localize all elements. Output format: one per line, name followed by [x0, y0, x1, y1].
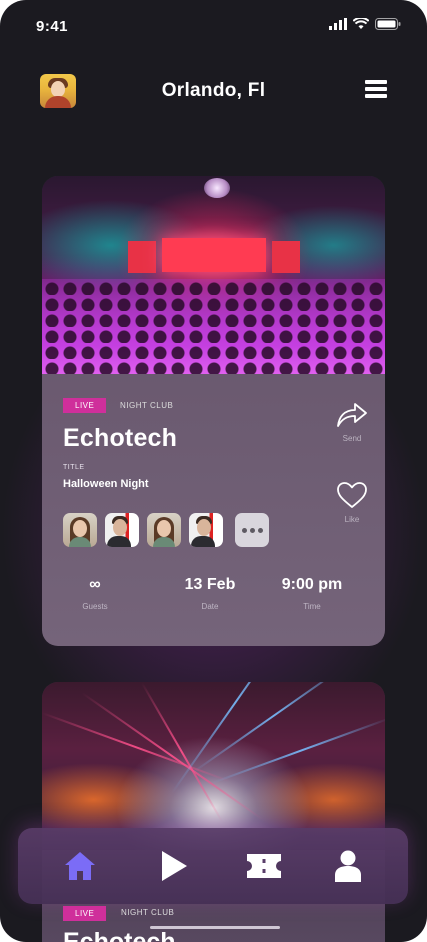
battery-icon — [375, 18, 401, 30]
signal-icon — [329, 18, 347, 30]
hamburger-menu-icon[interactable] — [365, 80, 387, 98]
like-label: Like — [344, 515, 360, 524]
stat-label: Guests — [82, 602, 108, 611]
more-attendees-button[interactable] — [235, 513, 269, 547]
stat-label: Date — [201, 602, 219, 611]
location-title[interactable]: Orlando, Fl — [40, 80, 387, 102]
nav-home[interactable] — [60, 846, 100, 886]
profile-icon — [335, 850, 361, 882]
event-photo — [42, 682, 385, 850]
status-bar: 9:41 — [36, 16, 401, 36]
attendee-avatar[interactable] — [147, 513, 181, 547]
send-label: Send — [342, 434, 362, 443]
status-time: 9:41 — [36, 18, 69, 35]
attendee-avatar[interactable] — [105, 513, 139, 547]
live-badge: LIVE — [63, 906, 107, 921]
category-label: NIGHT CLUB — [120, 401, 174, 410]
bottom-navigation — [18, 828, 408, 904]
stat-guests: ∞ Guests — [60, 576, 130, 611]
attendee-list — [63, 513, 269, 547]
wifi-icon — [353, 18, 369, 29]
event-title: Halloween Night — [63, 478, 149, 490]
send-button[interactable]: Send — [332, 402, 372, 443]
nav-play[interactable] — [154, 846, 194, 886]
home-indicator[interactable] — [150, 926, 280, 929]
event-name: Echotech — [63, 424, 178, 452]
event-name: Echotech — [63, 928, 176, 942]
nav-tickets[interactable] — [244, 846, 284, 886]
app-screen: 9:41 Orlando, Fl LIVE NIGHT CLUB Echotec… — [0, 0, 427, 942]
title-label: TITLE — [63, 464, 85, 471]
event-photo — [42, 176, 385, 374]
home-icon — [65, 852, 95, 880]
like-button[interactable]: Like — [332, 481, 372, 524]
live-badge: LIVE — [63, 398, 107, 413]
ticket-icon — [247, 854, 281, 878]
stat-value: 13 Feb — [184, 576, 236, 593]
heart-icon — [337, 482, 367, 508]
event-card[interactable]: LIVE NIGHT CLUB Echotech TITLE Halloween… — [42, 176, 385, 646]
stat-date: 13 Feb Date — [170, 576, 250, 611]
share-arrow-icon — [337, 403, 367, 427]
stat-label: Time — [303, 602, 321, 611]
attendee-avatar[interactable] — [189, 513, 223, 547]
attendee-avatar[interactable] — [63, 513, 97, 547]
nav-profile[interactable] — [328, 846, 368, 886]
top-bar: Orlando, Fl — [40, 72, 387, 110]
stat-time: 9:00 pm Time — [267, 576, 357, 611]
category-label: NIGHT CLUB — [121, 908, 175, 917]
stat-value: 9:00 pm — [281, 576, 343, 593]
status-icons — [329, 18, 401, 30]
stat-value: ∞ — [89, 576, 101, 593]
play-icon — [162, 851, 187, 881]
